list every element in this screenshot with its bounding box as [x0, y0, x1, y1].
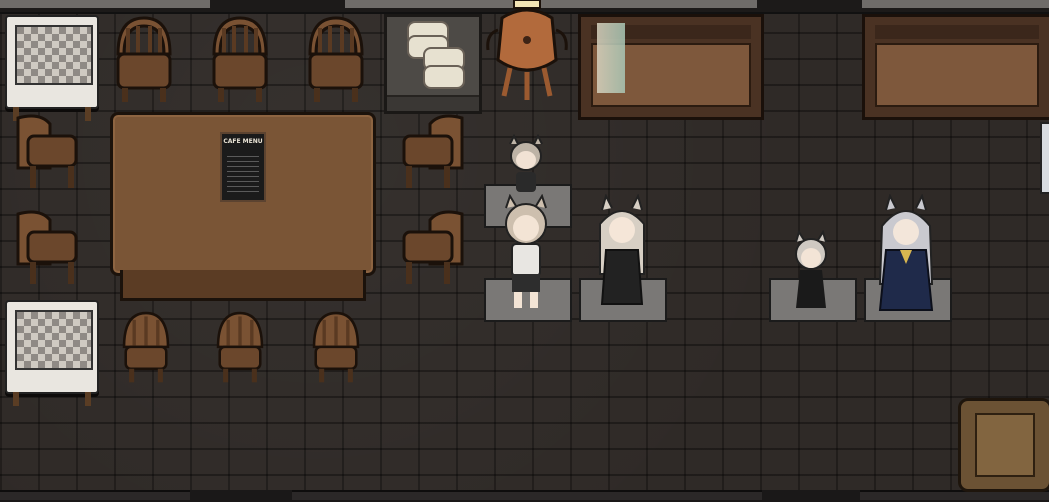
pawn-5[interactable]	[876, 194, 936, 314]
curtain	[597, 23, 625, 93]
chair[interactable]	[10, 108, 80, 192]
menu-board-text: CAFE MENU	[223, 138, 263, 145]
chair[interactable]	[304, 14, 368, 104]
cafe-menu-sign[interactable]: CAFE MENU	[220, 132, 266, 202]
wall-segment	[0, 490, 190, 500]
chess-board	[15, 25, 93, 85]
pawn-1[interactable]	[504, 134, 548, 196]
chair[interactable]	[112, 14, 176, 104]
chair[interactable]	[400, 108, 470, 192]
menu-lines	[227, 156, 259, 192]
pawn-4[interactable]	[790, 230, 832, 314]
samovar[interactable]	[482, 0, 572, 104]
armchair-seat	[975, 413, 1035, 477]
wall-segment	[0, 0, 210, 8]
wall-segment	[292, 490, 762, 500]
game-scene[interactable]: CAFE MENU	[0, 0, 1049, 502]
chess-board	[15, 310, 93, 370]
pawn-3[interactable]	[594, 194, 650, 312]
chess-table[interactable]	[5, 15, 99, 121]
chair[interactable]	[10, 204, 80, 288]
bed[interactable]	[578, 14, 764, 120]
wall-segment	[862, 0, 1049, 8]
dining-table-apron	[120, 270, 366, 301]
bed[interactable]	[862, 14, 1049, 120]
armchair[interactable]	[958, 398, 1049, 492]
food-shelf[interactable]	[384, 14, 482, 114]
food-can	[423, 65, 465, 89]
table-legs	[13, 392, 91, 406]
chair[interactable]	[208, 14, 272, 104]
chair[interactable]	[116, 308, 176, 384]
chair[interactable]	[400, 204, 470, 288]
door[interactable]	[1040, 122, 1049, 194]
shelf-face	[387, 95, 479, 111]
chair[interactable]	[306, 308, 366, 384]
chess-table[interactable]	[5, 300, 99, 406]
chair[interactable]	[210, 308, 270, 384]
bed-mattress	[875, 43, 1039, 107]
bed-headboard	[875, 25, 1039, 39]
pawn-2[interactable]	[500, 194, 552, 312]
